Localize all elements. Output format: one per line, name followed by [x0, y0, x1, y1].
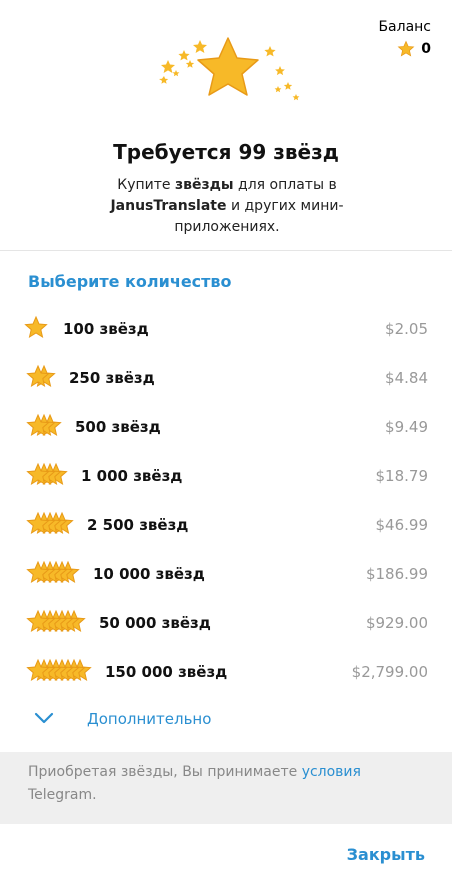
option-amount: 1 000 звёзд [81, 467, 183, 485]
section-title: Выберите количество [28, 272, 232, 291]
option-amount: 10 000 звёзд [93, 565, 205, 583]
star-stack-icon [26, 462, 68, 486]
star-icon [24, 315, 48, 339]
star-stack-icon [26, 560, 80, 584]
option-amount: 500 звёзд [75, 418, 161, 436]
option-price: $46.99 [375, 516, 429, 534]
star-option-150000[interactable]: 150 000 звёзд $2,799.00 [0, 648, 452, 696]
balance: Баланс 0 [378, 18, 431, 58]
star-stack-icon [26, 413, 62, 437]
option-price: $2,799.00 [351, 663, 428, 681]
star-option-1000[interactable]: 1 000 звёзд $18.79 [0, 452, 452, 500]
close-button[interactable]: Закрыть [347, 845, 425, 864]
terms-link[interactable]: условия [302, 764, 361, 780]
option-amount: 2 500 звёзд [87, 516, 189, 534]
option-amount: 50 000 звёзд [99, 614, 211, 632]
star-stack-icon [26, 364, 56, 388]
star-option-10000[interactable]: 10 000 звёзд $186.99 [0, 550, 452, 598]
star-stack-icon [26, 609, 86, 633]
option-price: $186.99 [365, 565, 428, 583]
star-option-500[interactable]: 500 звёзд $9.49 [0, 403, 452, 451]
star-option-250[interactable]: 250 звёзд $4.84 [0, 354, 452, 402]
option-price: $2.05 [385, 320, 428, 338]
chevron-down-icon [34, 712, 54, 724]
balance-value: 0 [421, 41, 431, 57]
subtitle-bold-app: JanusTranslate [110, 198, 227, 214]
more-options-label: Дополнительно [87, 710, 212, 728]
page-subtitle: Купите звёзды для оплаты в JanusTranslat… [110, 177, 344, 235]
more-options-button[interactable]: Дополнительно [0, 704, 452, 736]
option-price: $4.84 [385, 369, 428, 387]
option-amount: 150 000 звёзд [105, 663, 228, 681]
star-icon [397, 40, 415, 57]
star-option-50000[interactable]: 50 000 звёзд $929.00 [0, 599, 452, 647]
hero-stars-icon [159, 37, 300, 101]
subtitle-bold-stars: звёзды [175, 177, 234, 193]
option-amount: 250 звёзд [69, 369, 155, 387]
option-price: $9.49 [385, 418, 428, 436]
divider [0, 250, 452, 251]
option-price: $929.00 [365, 614, 428, 632]
star-stack-icon [26, 658, 92, 682]
option-amount: 100 звёзд [63, 320, 149, 338]
star-option-100[interactable]: 100 звёзд $2.05 [0, 305, 452, 353]
star-option-2500[interactable]: 2 500 звёзд $46.99 [0, 501, 452, 549]
star-stack-icon [26, 511, 74, 535]
option-price: $18.79 [375, 467, 429, 485]
balance-label: Баланс [378, 19, 431, 35]
page-title: Требуется 99 звёзд [113, 140, 339, 164]
terms-notice: Приобретая звёзды, Вы принимаете условия… [0, 752, 452, 824]
